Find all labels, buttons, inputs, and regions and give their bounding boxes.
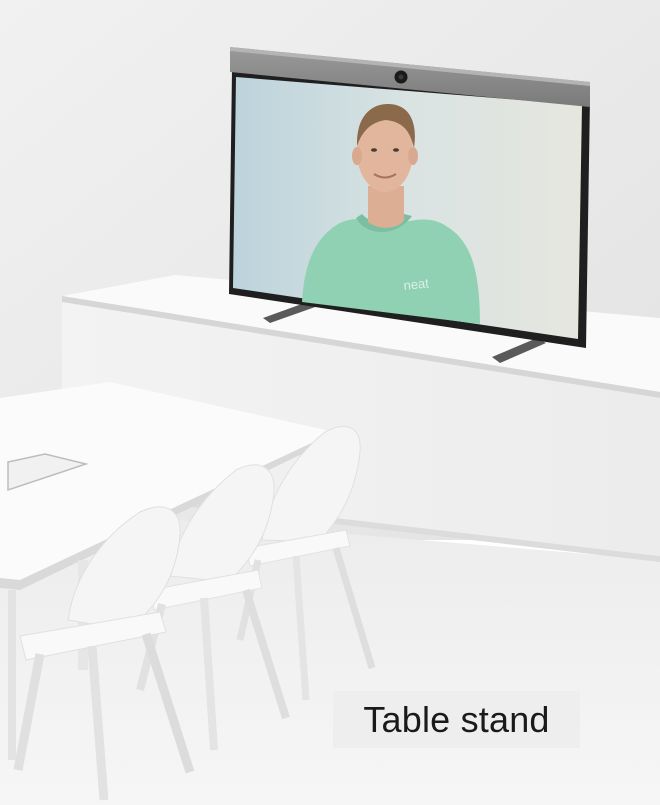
room-scene: neat (0, 0, 660, 805)
caption-label: Table stand (333, 691, 580, 748)
photo-frame: neat Table stand (0, 0, 660, 805)
shirt-logo: neat (403, 275, 430, 293)
video-device (229, 47, 590, 363)
